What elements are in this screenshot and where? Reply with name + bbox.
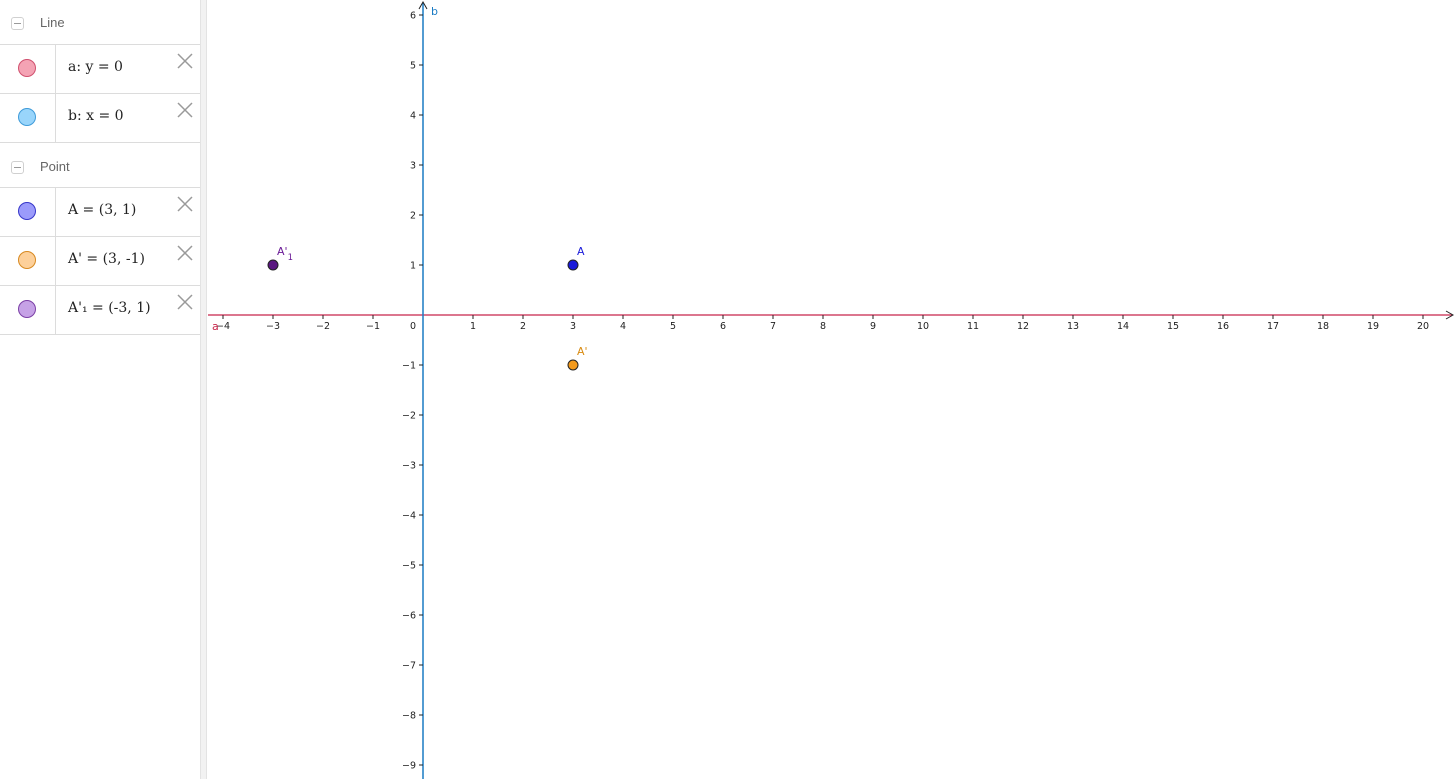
collapse-point-group-button[interactable]: [11, 161, 24, 174]
x-tick-label: 11: [967, 321, 979, 332]
visibility-toggle[interactable]: [0, 188, 56, 236]
collapse-line-group-button[interactable]: [11, 17, 24, 30]
x-tick-label: 7: [770, 321, 776, 332]
algebra-expression[interactable]: A'₁ = (-3, 1): [68, 300, 151, 316]
algebra-item-point-a-prime[interactable]: A' = (3, -1): [0, 236, 200, 285]
x-tick-label: 17: [1267, 321, 1279, 332]
point-label: A'1: [277, 245, 293, 263]
group-header-line: Line: [0, 0, 200, 44]
group-header-point: Point: [0, 142, 200, 186]
algebra-expression[interactable]: b: x = 0: [68, 108, 124, 124]
x-tick-label: 8: [820, 321, 826, 332]
point-label: A': [577, 345, 588, 358]
visibility-toggle[interactable]: [0, 237, 56, 285]
point-marker[interactable]: [567, 359, 579, 371]
y-tick-label: 6: [410, 11, 416, 22]
point-label: A: [577, 245, 585, 258]
graphics-view[interactable]: −4 −3 −2 −1 1 2 3 4 5 6 7 8 9 10 11 12 13 14 15 16 17 18 19 200…: [0, 0, 1456, 779]
group-title-point: Point: [40, 159, 70, 174]
x-tick-label: 2: [520, 321, 526, 332]
algebra-item-line-b[interactable]: b: x = 0: [0, 93, 200, 142]
x-tick-label: 20: [1417, 321, 1429, 332]
origin-label: 0: [410, 321, 416, 332]
line-a-label: a: [212, 320, 219, 333]
marble-icon[interactable]: [18, 251, 36, 269]
x-tick-label: 12: [1017, 321, 1029, 332]
y-tick-label: −3: [402, 461, 416, 472]
algebra-item-line-a[interactable]: a: y = 0: [0, 44, 200, 93]
y-tick-label: −4: [402, 511, 416, 522]
x-tick-label: −2: [316, 321, 330, 332]
y-tick-label: 2: [410, 211, 416, 222]
group-title-line: Line: [40, 15, 65, 30]
close-icon[interactable]: [176, 244, 194, 262]
x-tick-label: 15: [1167, 321, 1179, 332]
y-tick-label: 1: [410, 261, 416, 272]
close-icon[interactable]: [176, 195, 194, 213]
close-icon[interactable]: [176, 293, 194, 311]
x-tick-label: 4: [620, 321, 626, 332]
x-tick-label: 6: [720, 321, 726, 332]
x-tick-label: 5: [670, 321, 676, 332]
y-tick-label: 4: [410, 111, 416, 122]
x-tick-label: 1: [470, 321, 476, 332]
y-tick-label: −5: [402, 561, 416, 572]
algebra-view: Line a: y = 0 b: x = 0 Point A = (3, 1) …: [0, 0, 200, 779]
y-tick-label: −8: [402, 711, 416, 722]
algebra-expression[interactable]: A' = (3, -1): [68, 251, 145, 267]
algebra-expression[interactable]: a: y = 0: [68, 59, 123, 75]
x-tick-label: −3: [266, 321, 280, 332]
y-tick-label: −6: [402, 611, 416, 622]
x-tick-label: 3: [570, 321, 576, 332]
x-tick-label: 10: [917, 321, 929, 332]
x-tick-label: 13: [1067, 321, 1079, 332]
x-tick-label: 19: [1367, 321, 1379, 332]
x-tick-label: 16: [1217, 321, 1229, 332]
close-icon[interactable]: [176, 101, 194, 119]
y-tick-label: −7: [402, 661, 416, 672]
line-b-label: b: [431, 5, 438, 18]
y-tick-label: −2: [402, 411, 416, 422]
visibility-toggle[interactable]: [0, 286, 56, 334]
algebra-item-point-a[interactable]: A = (3, 1): [0, 187, 200, 236]
point-marker[interactable]: [267, 259, 279, 271]
panel-splitter[interactable]: [200, 0, 207, 779]
visibility-toggle[interactable]: [0, 45, 56, 93]
y-tick-label: 3: [410, 161, 416, 172]
point-marker[interactable]: [567, 259, 579, 271]
y-tick-label: 5: [410, 61, 416, 72]
x-tick-label: −1: [366, 321, 380, 332]
marble-icon[interactable]: [18, 59, 36, 77]
marble-icon[interactable]: [18, 108, 36, 126]
y-tick-label: −9: [402, 761, 416, 772]
x-tick-label: 9: [870, 321, 876, 332]
algebra-expression[interactable]: A = (3, 1): [68, 202, 136, 218]
x-tick-label: 18: [1317, 321, 1329, 332]
algebra-item-point-a-prime-1[interactable]: A'₁ = (-3, 1): [0, 285, 200, 334]
divider: [0, 334, 200, 335]
visibility-toggle[interactable]: [0, 94, 56, 142]
x-tick-label: 14: [1117, 321, 1129, 332]
y-tick-label: −1: [402, 361, 416, 372]
marble-icon[interactable]: [18, 300, 36, 318]
marble-icon[interactable]: [18, 202, 36, 220]
close-icon[interactable]: [176, 52, 194, 70]
